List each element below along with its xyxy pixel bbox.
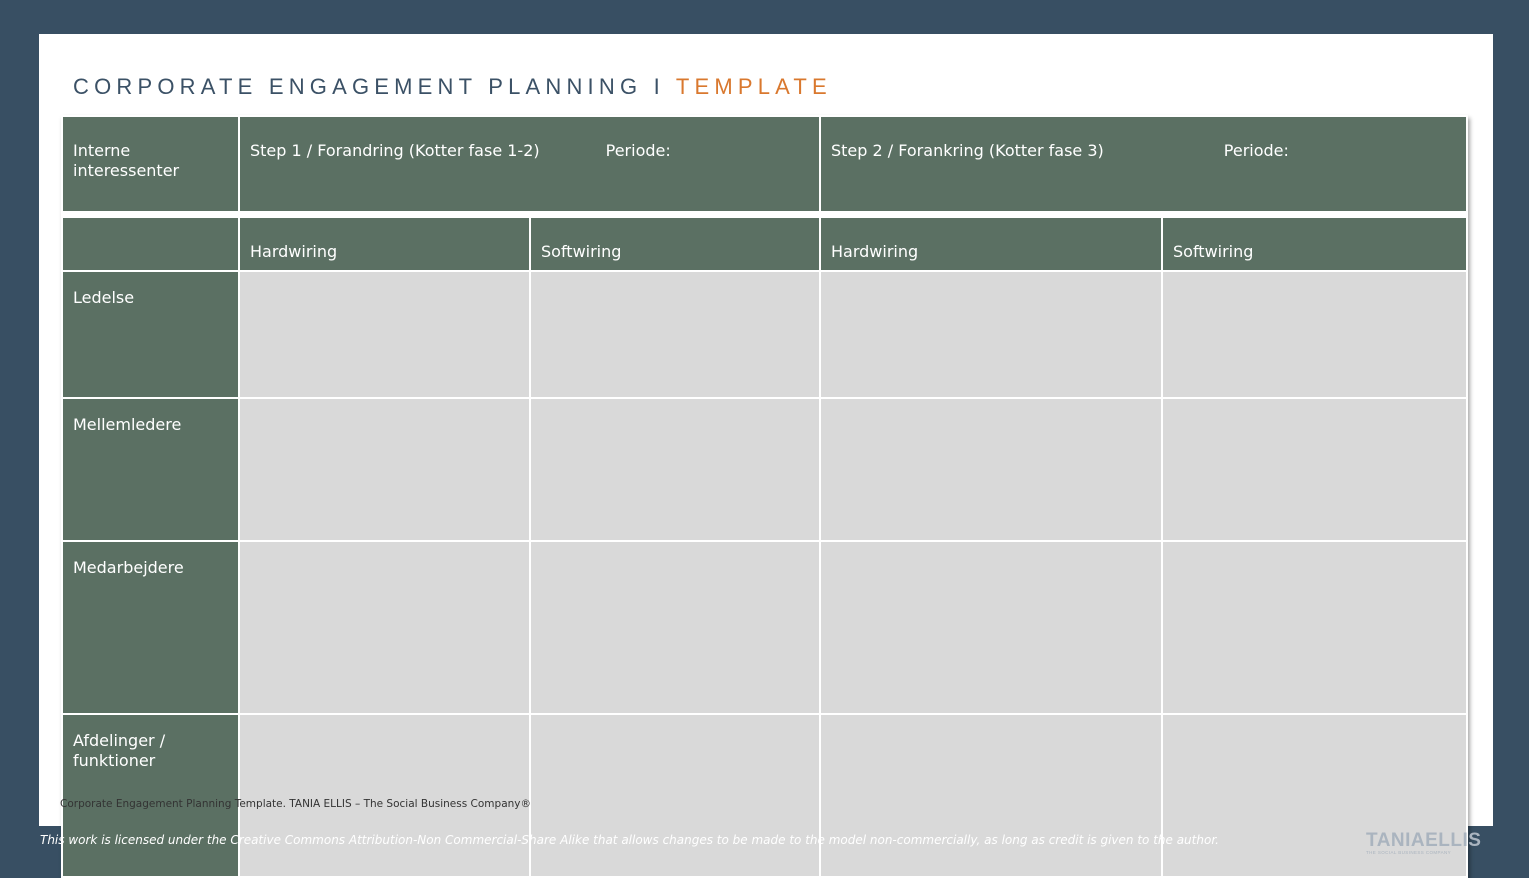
subheader-label: Hardwiring — [250, 242, 338, 261]
title-accent: TEMPLATE — [675, 74, 832, 99]
table-cell[interactable] — [819, 713, 1163, 878]
table-cell[interactable] — [1161, 270, 1468, 399]
step1-label: Step 1 / Forandring (Kotter fase 1-2) — [250, 141, 540, 160]
planning-table: Interne interessenter Step 1 / Forandrin… — [61, 115, 1468, 878]
table-cell[interactable] — [529, 540, 821, 715]
table-cell[interactable] — [1161, 540, 1468, 715]
table-cell[interactable] — [819, 540, 1163, 715]
step1-header: Step 1 / Forandring (Kotter fase 1-2) Per… — [238, 115, 821, 213]
step1-period: Periode: — [605, 141, 671, 160]
row-label: Mellemledere — [61, 397, 240, 542]
footnote: Corporate Engagement Planning Template. … — [60, 798, 531, 810]
table-cell[interactable] — [238, 397, 531, 542]
corner-label: Interne interessenter — [73, 141, 180, 180]
row-label: Ledelse — [61, 270, 240, 399]
table-cell[interactable] — [238, 713, 531, 878]
logo-text: TANIAELLIS — [1366, 830, 1482, 851]
subheader-cell: Softwiring — [529, 216, 821, 272]
subheader-cell: Hardwiring — [238, 216, 531, 272]
table-cell[interactable] — [238, 270, 531, 399]
subheader-cell: Softwiring — [1161, 216, 1468, 272]
table-cell[interactable] — [529, 270, 821, 399]
table-row: Afdelinger / funktioner — [61, 713, 1468, 878]
subheader-blank — [61, 216, 240, 272]
table-cell[interactable] — [819, 270, 1163, 399]
row-label: Afdelinger / funktioner — [61, 713, 240, 878]
page-title: CORPORATE ENGAGEMENT PLANNING I TEMPLATE — [73, 74, 832, 100]
title-main: CORPORATE ENGAGEMENT PLANNING I — [73, 74, 665, 99]
subheader-label: Softwiring — [541, 242, 622, 261]
table-row: Ledelse — [61, 270, 1468, 399]
subheader-label: Softwiring — [1173, 242, 1254, 261]
row-label: Medarbejdere — [61, 540, 240, 715]
subheader-label: Hardwiring — [831, 242, 919, 261]
step2-label: Step 2 / Forankring (Kotter fase 3) — [831, 141, 1104, 160]
table-cell[interactable] — [529, 397, 821, 542]
license-text: This work is licensed under the Creative… — [40, 833, 1219, 847]
table-cell[interactable] — [238, 540, 531, 715]
brand-logo: TANIAELLIS THE SOCIAL BUSINESS COMPANY — [1366, 831, 1492, 857]
slide: CORPORATE ENGAGEMENT PLANNING I TEMPLATE… — [39, 34, 1493, 878]
table-row: Medarbejdere — [61, 540, 1468, 715]
table-cell[interactable] — [1161, 397, 1468, 542]
step2-period: Periode: — [1223, 141, 1289, 160]
table-cell[interactable] — [529, 713, 821, 878]
table-row: Mellemledere — [61, 397, 1468, 542]
table-cell[interactable] — [819, 397, 1163, 542]
step2-header: Step 2 / Forankring (Kotter fase 3) Perio… — [819, 115, 1468, 213]
corner-header: Interne interessenter — [61, 115, 240, 213]
subheader-cell: Hardwiring — [819, 216, 1163, 272]
